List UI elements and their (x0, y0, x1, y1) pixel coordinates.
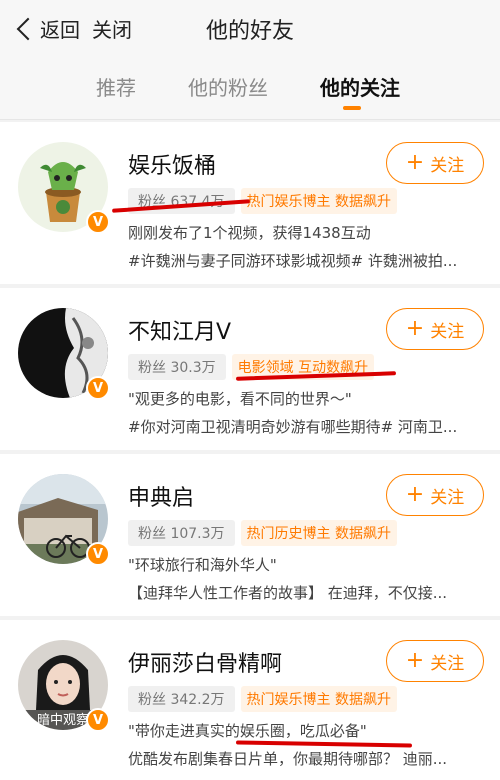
list-item[interactable]: 暗中观察 V 伊丽莎白骨精啊 + 关注 粉丝 342.2万 热门娱乐博主 数据飙… (0, 620, 500, 780)
list-item[interactable]: V 申典启 + 关注 粉丝 107.3万 热门历史博主 数据飙升 "环球旅行和海… (0, 454, 500, 616)
plus-icon: + (405, 150, 425, 175)
status-badge: 热门历史博主 数据飙升 (240, 520, 397, 546)
tab-his-fans[interactable]: 他的粉丝 (188, 72, 268, 101)
verified-badge-icon: V (86, 376, 110, 400)
activity-text: "环球旅行和海外华人" (128, 556, 277, 574)
post-preview[interactable]: #许魏洲与妻子同游环球影城视频# 许魏洲被拍... (128, 250, 483, 271)
follow-label: 关注 (430, 155, 465, 176)
tab-bar: 推荐 他的粉丝 他的关注 (0, 58, 500, 120)
avatar[interactable]: V (18, 474, 110, 566)
user-tags: 粉丝 637.4万 热门娱乐博主 数据飙升 (128, 188, 397, 214)
verified-badge-icon: V (86, 542, 110, 566)
follow-button[interactable]: + 关注 (386, 142, 484, 184)
user-tags: 粉丝 107.3万 热门历史博主 数据飙升 (128, 520, 397, 546)
activity-text: 刚刚发布了1个视频，获得1438互动 (128, 224, 371, 242)
avatar[interactable]: 暗中观察 V (18, 640, 110, 732)
plus-icon: + (405, 316, 425, 341)
user-name[interactable]: 娱乐饭桶 (128, 148, 216, 180)
avatar[interactable]: V (18, 308, 110, 400)
active-tab-indicator (343, 106, 361, 110)
fan-count: 粉丝 30.3万 (128, 354, 226, 380)
activity-text: "观更多的电影，看不同的世界～" (128, 390, 352, 408)
verified-badge-icon: V (86, 708, 110, 732)
highlight-underline (235, 740, 413, 748)
verified-badge-icon: V (86, 210, 110, 234)
list-item[interactable]: V 娱乐饭桶 + 关注 粉丝 637.4万 热门娱乐博主 数据飙升 刚刚发布了1… (0, 122, 500, 284)
post-preview[interactable]: #你对河南卫视清明奇妙游有哪些期待# 河南卫... (128, 416, 483, 437)
post-preview[interactable]: 【迪拜华人性工作者的故事】 在迪拜，不仅接... (128, 582, 483, 603)
avatar[interactable]: V (18, 142, 110, 234)
user-name[interactable]: 申典启 (128, 480, 194, 512)
plus-icon: + (405, 482, 425, 507)
follow-label: 关注 (430, 487, 465, 508)
status-badge: 热门娱乐博主 数据飙升 (240, 188, 397, 214)
list-item[interactable]: V 不知江月V + 关注 粉丝 30.3万 电影领域 互动数飙升 "观更多的电影… (0, 288, 500, 450)
follow-label: 关注 (430, 321, 465, 342)
fan-count: 粉丝 342.2万 (128, 686, 235, 712)
status-badge: 热门娱乐博主 数据飙升 (240, 686, 397, 712)
page-title: 他的好友 (205, 19, 294, 44)
follow-button[interactable]: + 关注 (386, 308, 484, 350)
tab-recommend[interactable]: 推荐 (96, 72, 136, 101)
activity-text: "带你走进真实的娱乐圈，吃瓜必备" (128, 722, 367, 740)
follow-button[interactable]: + 关注 (386, 474, 484, 516)
follow-button[interactable]: + 关注 (386, 640, 484, 682)
tab-his-following[interactable]: 他的关注 (320, 72, 400, 101)
follow-label: 关注 (430, 653, 465, 674)
avatar-overlay-text: 暗中观察 (37, 713, 89, 728)
top-bar: 返回 关闭 他的好友 (0, 0, 500, 58)
user-name[interactable]: 不知江月V (128, 314, 231, 346)
post-preview[interactable]: 优酷发布剧集春日片单，你最期待哪部？ 迪丽... (128, 748, 483, 769)
user-tags: 粉丝 342.2万 热门娱乐博主 数据飙升 (128, 686, 397, 712)
plus-icon: + (405, 648, 425, 673)
user-name[interactable]: 伊丽莎白骨精啊 (128, 646, 282, 678)
fan-count: 粉丝 107.3万 (128, 520, 235, 546)
